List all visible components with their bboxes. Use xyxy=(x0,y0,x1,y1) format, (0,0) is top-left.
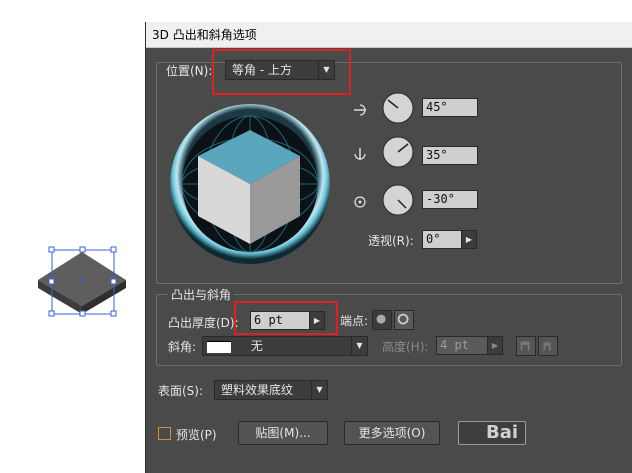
selected-artwork[interactable] xyxy=(30,244,140,324)
rotate-x-dial[interactable] xyxy=(382,92,414,124)
cap-off-button[interactable] xyxy=(394,310,414,330)
bevel-value: 无 xyxy=(250,339,263,353)
bevel-height-field[interactable]: 4 pt xyxy=(436,336,488,355)
rotation-track-cube[interactable] xyxy=(168,102,332,266)
bevel-label: 斜角: xyxy=(168,340,197,354)
bevel-extent-out-button[interactable] xyxy=(516,336,536,356)
bevel-select[interactable]: 无 ▼ xyxy=(202,336,368,356)
bevel-in-icon xyxy=(543,342,551,351)
watermark-text: Bai xyxy=(486,422,519,443)
preview-label: 预览(P) xyxy=(176,428,217,442)
perspective-slider-toggle[interactable]: ▶ xyxy=(462,230,477,249)
perspective-label: 透视(R): xyxy=(368,234,414,248)
dialog-title: 3D 凸出和斜角选项 xyxy=(146,22,632,48)
chevron-down-icon: ▼ xyxy=(318,61,334,79)
rotate-y-dial[interactable] xyxy=(382,136,414,168)
rotate-x-field[interactable]: 45° xyxy=(422,98,478,117)
extrude-depth-field[interactable]: 6 pt xyxy=(250,311,310,330)
surface-value: 塑料效果底纹 xyxy=(221,383,294,397)
more-options-button[interactable]: 更多选项(O) xyxy=(344,421,440,445)
position-preset-value: 等角 - 上方 xyxy=(232,63,292,77)
bevel-height-slider-toggle[interactable]: ▶ xyxy=(488,336,503,355)
rotate-x-axis-icon xyxy=(354,104,366,116)
bevel-height-label: 高度(H): xyxy=(382,340,429,354)
rotate-z-axis-icon xyxy=(354,196,366,208)
extrude-depth-label: 凸出厚度(D): xyxy=(168,316,239,330)
extrude-bevel-group-label: 凸出与斜角 xyxy=(168,286,235,303)
bevel-extent-in-button[interactable] xyxy=(538,336,558,356)
surface-select[interactable]: 塑料效果底纹 ▼ xyxy=(214,380,328,400)
bevel-swatch-icon xyxy=(207,340,231,353)
rotate-y-axis-icon xyxy=(354,148,366,160)
cap-on-icon xyxy=(376,314,386,324)
cap-label: 端点: xyxy=(340,314,369,328)
extrude-depth-slider-toggle[interactable]: ▶ xyxy=(310,311,325,330)
rotate-z-field[interactable]: -30° xyxy=(422,190,478,209)
cap-on-button[interactable] xyxy=(372,310,392,330)
3d-extrude-bevel-dialog: 3D 凸出和斜角选项 位置(N): 等角 - 上方 ▼ 45° 35° -30°… xyxy=(145,22,632,473)
perspective-field[interactable]: 0° xyxy=(422,230,462,249)
chevron-down-icon: ▼ xyxy=(351,337,367,355)
rotate-y-field[interactable]: 35° xyxy=(422,146,478,165)
cap-off-icon xyxy=(397,313,409,325)
position-label: 位置(N): xyxy=(166,64,213,78)
rotate-z-dial[interactable] xyxy=(382,184,414,216)
surface-label: 表面(S): xyxy=(158,384,204,398)
preview-checkbox[interactable] xyxy=(158,427,171,440)
chevron-down-icon: ▼ xyxy=(311,381,327,399)
map-art-button[interactable]: 贴图(M)... xyxy=(238,421,328,445)
bevel-out-icon xyxy=(520,341,530,351)
position-preset-select[interactable]: 等角 - 上方 ▼ xyxy=(225,60,335,80)
